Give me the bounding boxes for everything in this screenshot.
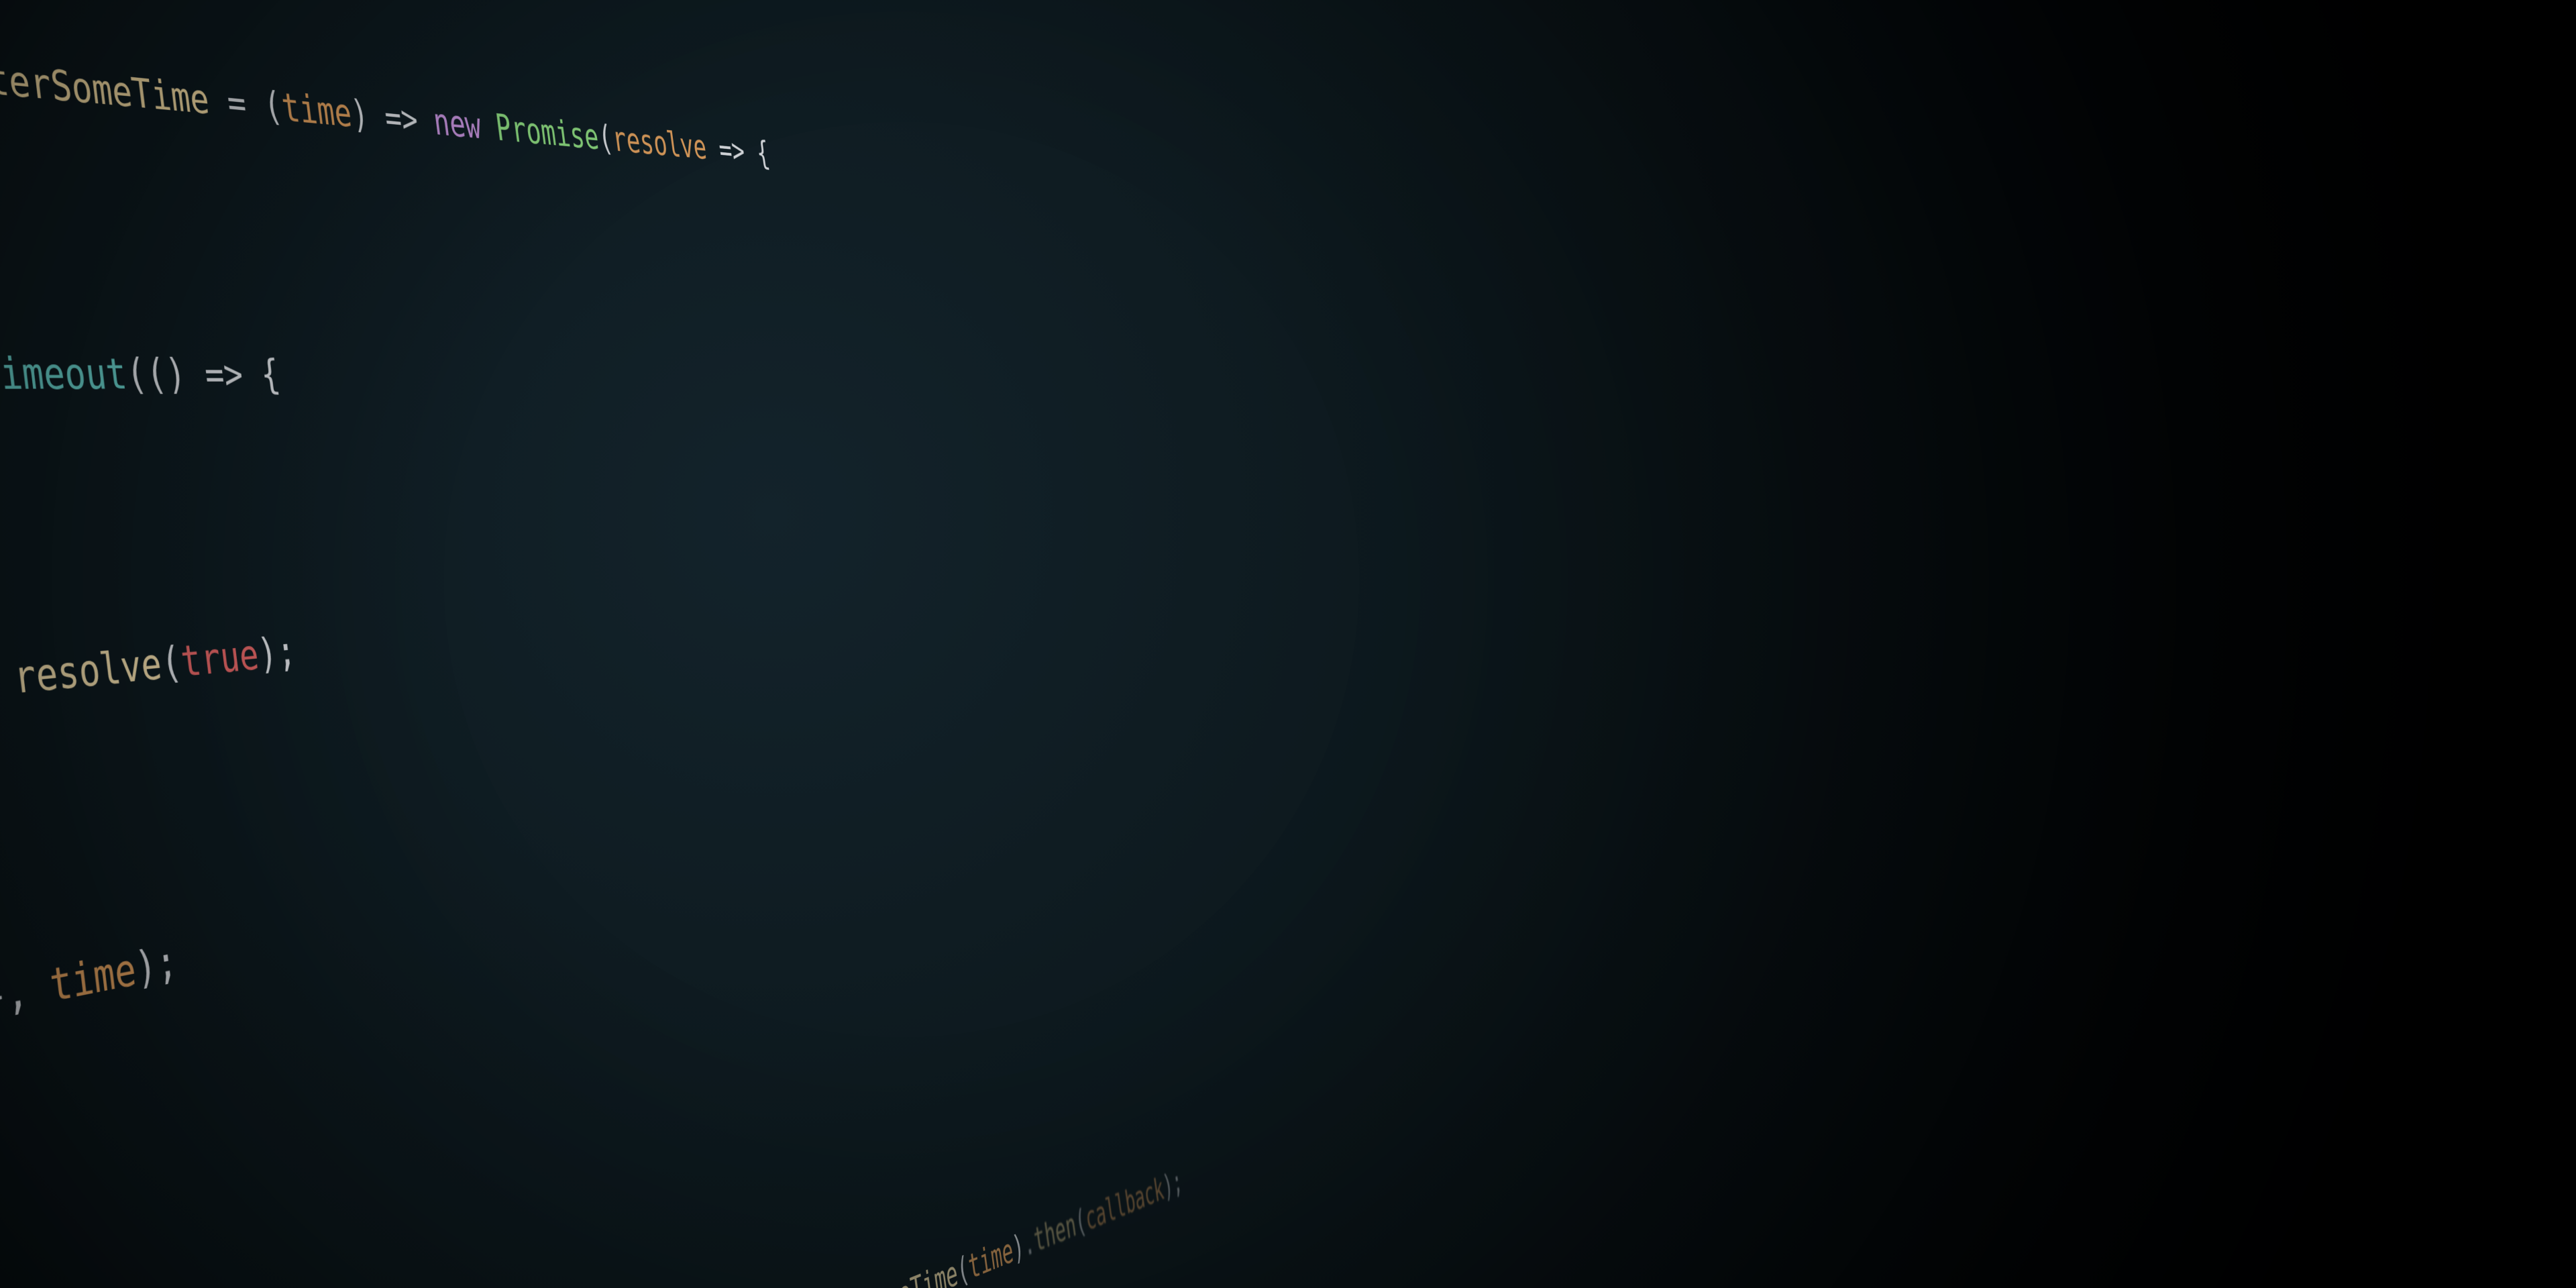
code-editor[interactable]: 1 // Promise from setTimeout 2 const aft…: [0, 0, 1675, 1288]
code-content[interactable]: resolve(true);: [0, 531, 1326, 740]
function-token: resolve: [11, 639, 164, 704]
arrow-token: =>: [202, 351, 246, 398]
code-line[interactable]: 3 setTimeout(() => {: [0, 333, 1299, 417]
function-token: afterSomeTime: [796, 1253, 960, 1288]
identifier-token: callback: [1083, 1171, 1166, 1238]
code-content[interactable]: // Promise from setTimeout: [0, 0, 1248, 50]
paren-token: );: [256, 628, 299, 679]
code-content[interactable]: }, time);: [0, 709, 1352, 1070]
code-content[interactable]: const afterSomeTime = (time) => new Prom…: [0, 15, 1274, 223]
arrow-token: =>: [366, 93, 437, 143]
function-token: setTimeout: [0, 348, 129, 400]
code-line[interactable]: 1 // Promise from setTimeout: [0, 0, 1248, 50]
arrow-token: =>: [704, 129, 759, 172]
param-token: time: [279, 85, 354, 136]
code-line[interactable]: 5 }, time);: [0, 709, 1352, 1099]
class-token: Promise: [493, 107, 601, 158]
boolean-token: true: [178, 631, 262, 687]
operator-token: =: [206, 77, 267, 128]
identifier-token: afterSomeTime: [0, 50, 212, 123]
identifier-token: time: [966, 1231, 1016, 1287]
paren-token: );: [133, 936, 180, 995]
paren-token: ((): [123, 350, 208, 399]
code-line[interactable]: 4 resolve(true);: [0, 531, 1326, 755]
brace-token: },: [0, 960, 53, 1026]
brace-token: {: [239, 352, 282, 398]
paren-token: );: [1161, 1163, 1185, 1205]
code-line[interactable]: 2 const afterSomeTime = (time) => new Pr…: [0, 0, 1274, 223]
screenshot-stage: 1 // Promise from setTimeout 2 const aft…: [0, 0, 2576, 1288]
keyword-token: new: [431, 100, 483, 147]
param-token: resolve: [610, 119, 709, 167]
identifier-token: time: [47, 944, 139, 1012]
code-content[interactable]: setTimeout(() => {: [0, 334, 1299, 415]
method-token: then: [1032, 1206, 1079, 1260]
